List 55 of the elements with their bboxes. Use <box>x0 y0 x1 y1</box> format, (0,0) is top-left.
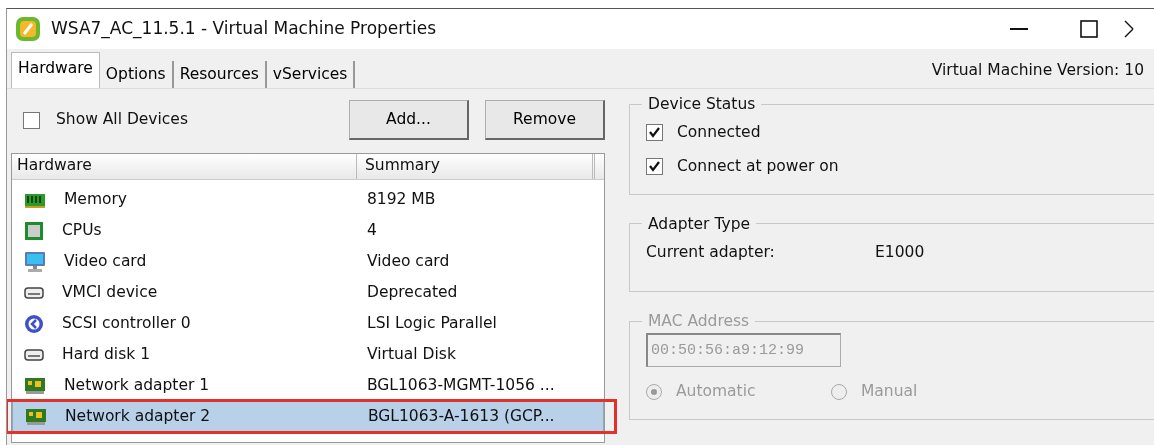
network-card-icon <box>24 376 46 395</box>
device-summary: 4 <box>367 219 378 241</box>
monitor-icon <box>24 250 46 273</box>
device-summary: Virtual Disk <box>367 343 457 365</box>
device-name: Hard disk 1 <box>62 343 150 365</box>
device-name: CPUs <box>62 219 102 241</box>
checkbox-label: Connect at power on <box>677 155 839 177</box>
close-icon <box>1124 20 1134 38</box>
table-row[interactable]: Video card Video card <box>12 246 604 277</box>
checkbox[interactable] <box>646 158 663 176</box>
device-summary: Deprecated <box>367 281 459 303</box>
add-button[interactable]: Add... <box>349 100 469 140</box>
group-title: Adapter Type <box>647 214 752 234</box>
table-row[interactable]: Network adapter 1 BGL1063-MGMT-1056 ... <box>12 370 604 401</box>
device-name: Network adapter 1 <box>64 374 210 396</box>
table-row[interactable]: VMCI device Deprecated <box>12 277 604 308</box>
device-summary: 8192 MB <box>367 188 437 210</box>
device-summary: BGL1063-MGMT-1056 ... <box>367 374 556 396</box>
network-card-icon <box>25 407 47 426</box>
device-summary: BGL1063-A-1613 (GCP... <box>368 405 556 427</box>
checkbox[interactable] <box>646 124 663 142</box>
remove-button[interactable]: Remove <box>485 100 605 140</box>
device-name: Memory <box>64 188 128 210</box>
device-name: Video card <box>64 250 147 272</box>
checkbox-label: Connected <box>677 121 761 143</box>
table-row[interactable]: Memory 8192 MB <box>12 184 604 215</box>
table-row[interactable]: Hard disk 1 Virtual Disk <box>12 339 604 370</box>
device-summary: Video card <box>367 250 451 272</box>
device-name: VMCI device <box>62 281 158 303</box>
app-logo-icon <box>15 16 41 42</box>
table-row[interactable]: SCSI controller 0 LSI Logic Parallel <box>12 308 604 339</box>
version-label: Virtual Machine Version: 10 <box>931 59 1144 81</box>
device-summary: LSI Logic Parallel <box>367 312 498 334</box>
device-name: SCSI controller 0 <box>62 312 191 334</box>
checkbox-label: Show All Devices <box>56 109 188 131</box>
table-row[interactable]: CPUs 4 <box>12 215 604 246</box>
memory-icon <box>24 191 46 208</box>
column-header[interactable]: Hardware <box>12 154 357 179</box>
group-title: Device Status <box>647 95 757 114</box>
drive-icon <box>24 286 44 299</box>
device-name: Network adapter 2 <box>65 405 211 427</box>
arrow-circle-icon <box>24 313 44 334</box>
adapter-value: E1000 <box>875 241 925 263</box>
window-title: WSA7_AC_11.5.1 - Virtual Machine Properties <box>51 17 436 41</box>
cpu-icon <box>24 220 44 241</box>
adapter-label: Current adapter: <box>646 241 776 263</box>
minimize-icon <box>1010 27 1028 31</box>
show-all-devices-checkbox[interactable] <box>23 111 40 129</box>
radio-label: Automatic <box>676 381 757 403</box>
drive-icon <box>24 348 44 361</box>
radio-label: Manual <box>861 381 918 403</box>
tab[interactable]: Hardware <box>11 51 100 88</box>
maximize-icon <box>1080 20 1098 38</box>
column-header[interactable]: Summary <box>357 154 595 179</box>
group-title: MAC Address <box>647 312 751 331</box>
